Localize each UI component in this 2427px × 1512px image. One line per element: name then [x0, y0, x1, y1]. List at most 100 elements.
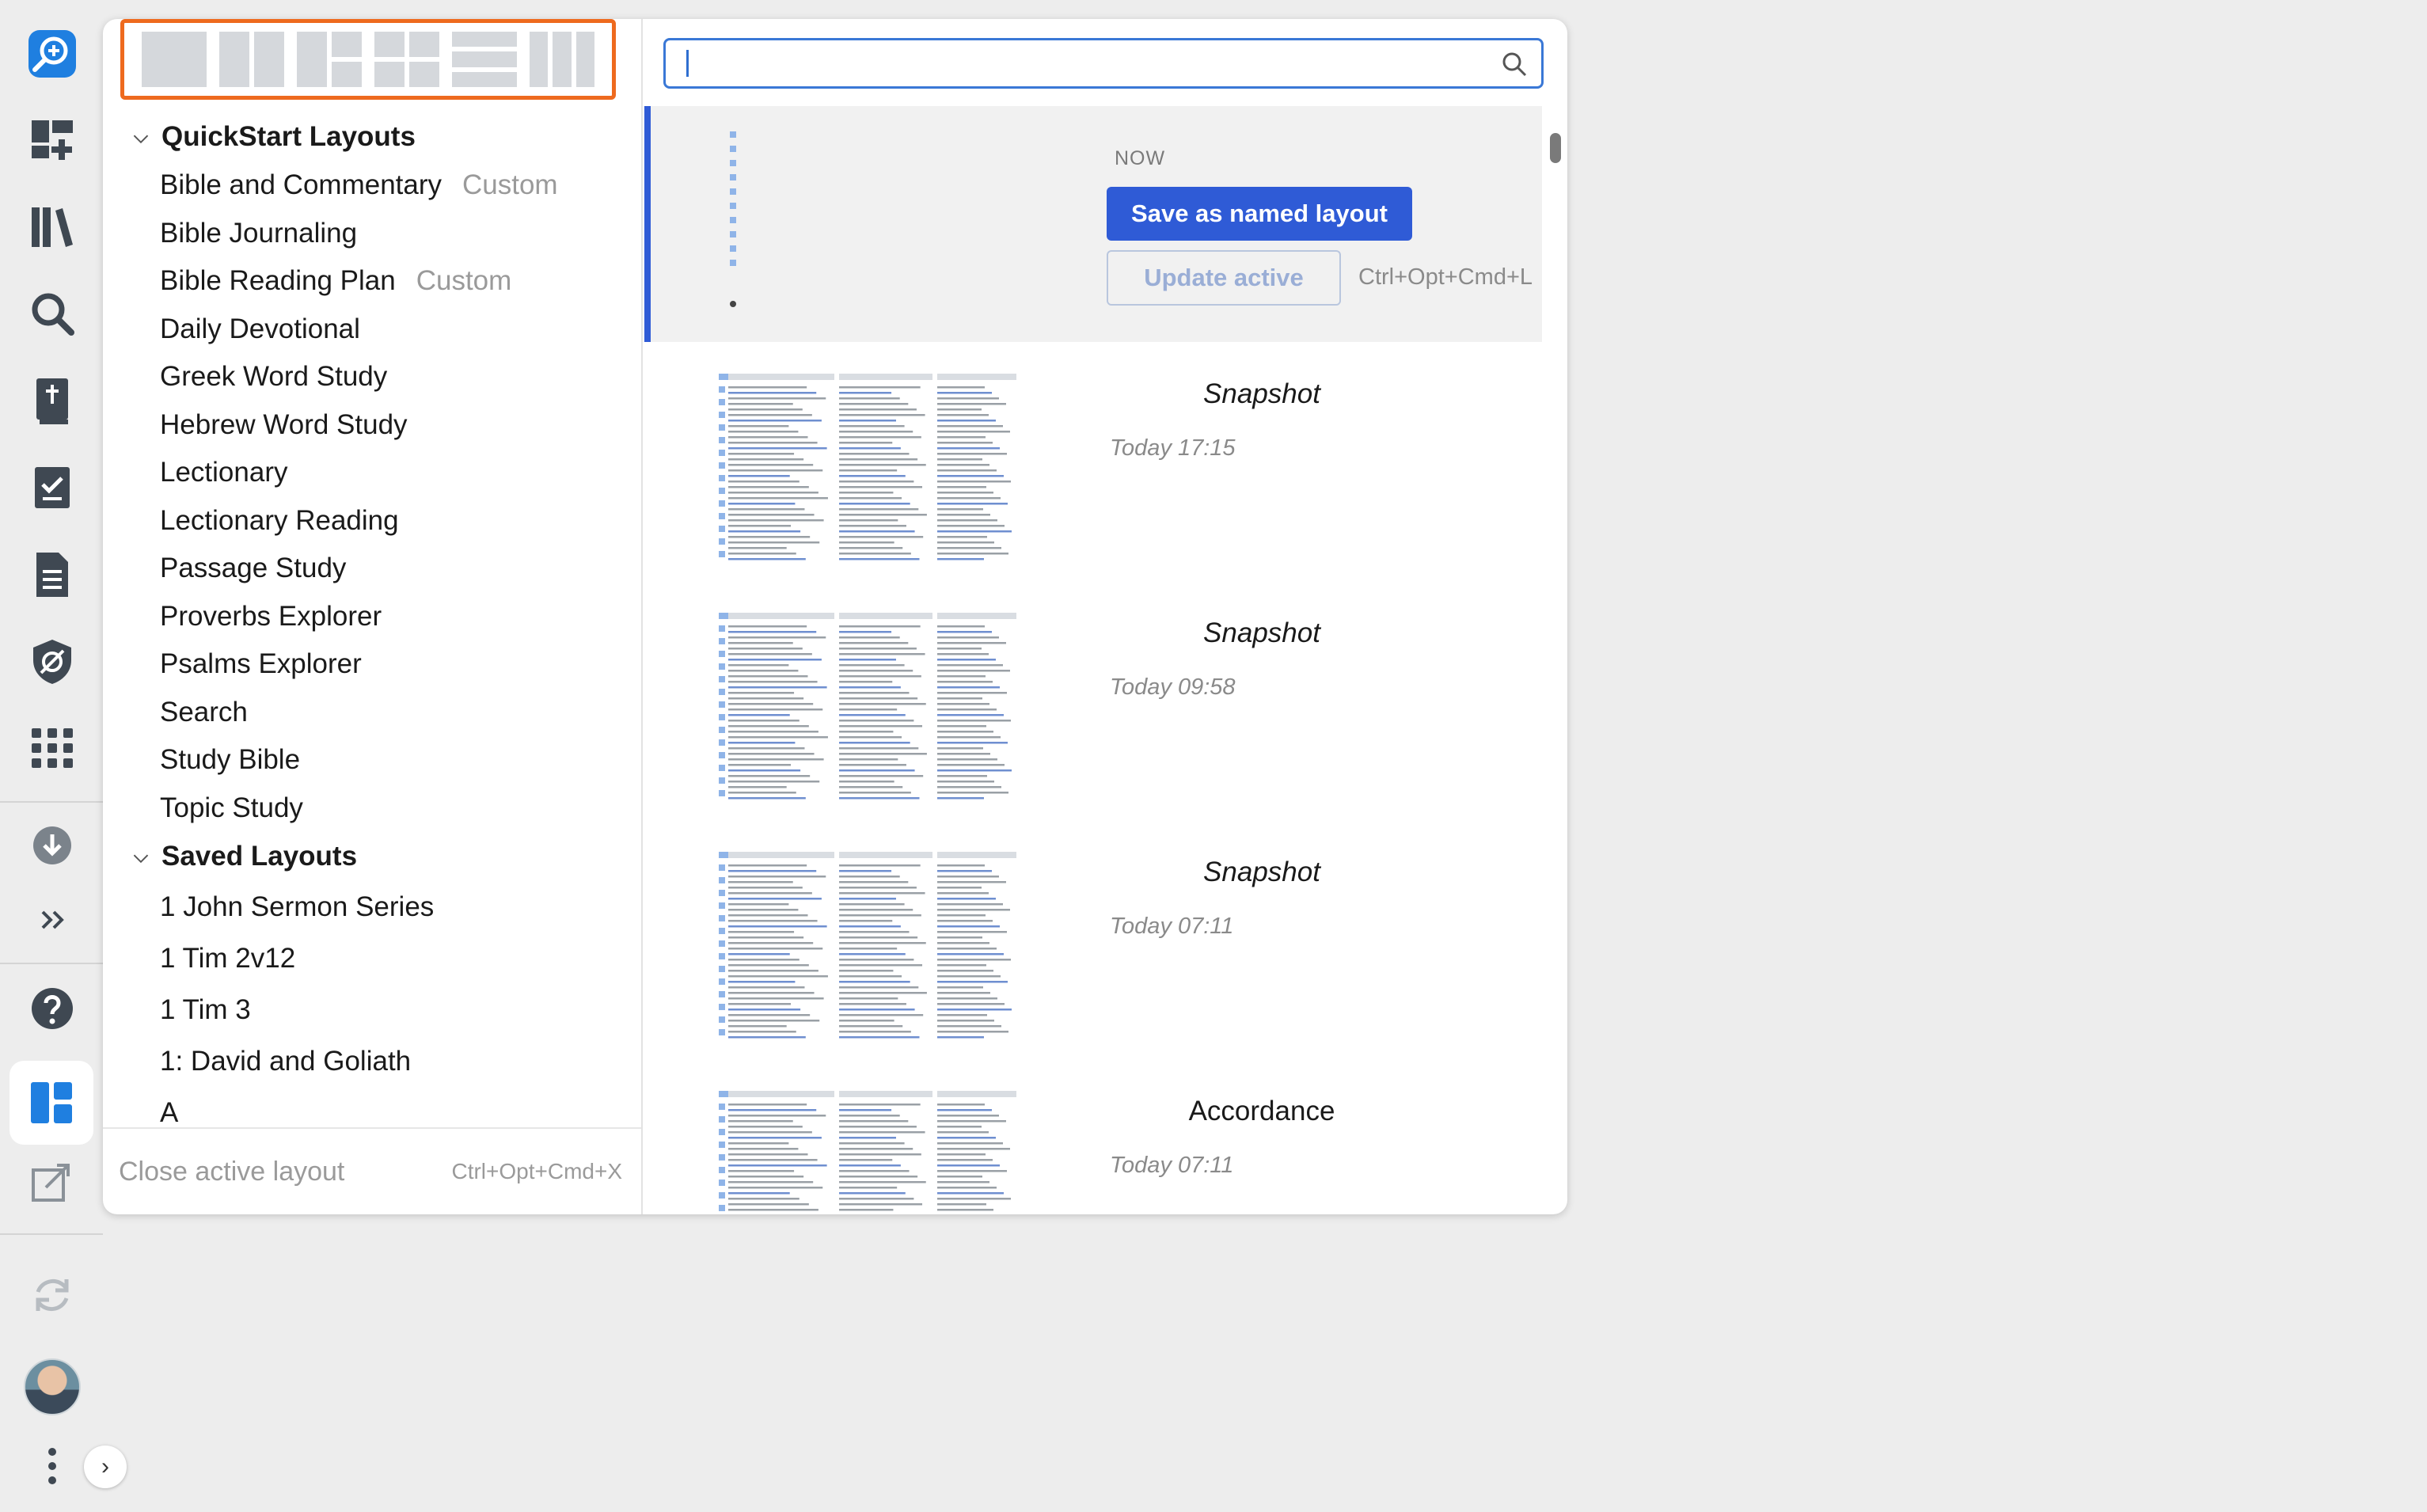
rows-layout-button[interactable]: [452, 32, 517, 87]
rail-divider: [0, 801, 103, 803]
layout-item-label: Daily Devotional: [160, 313, 360, 344]
scrollbar[interactable]: [1547, 112, 1561, 1213]
layout-item-label: Greek Word Study: [160, 361, 388, 393]
bible-icon[interactable]: [17, 366, 87, 435]
layout-picker: [120, 19, 616, 100]
snapshot-name: Snapshot: [1203, 857, 1320, 887]
search-icon[interactable]: [17, 279, 87, 348]
snapshot-name: Snapshot: [1203, 378, 1320, 409]
dashboard-add-icon[interactable]: [17, 104, 87, 174]
layout-item-label: Psalms Explorer: [160, 648, 362, 680]
document-icon[interactable]: [17, 540, 87, 610]
chevron-down-icon[interactable]: ⌵: [103, 126, 161, 148]
sync-icon[interactable]: [17, 1260, 87, 1330]
close-panels-icon[interactable]: [17, 1146, 87, 1216]
layouts-list-pane: ⌵ QuickStart Layouts Bible and Commentar…: [103, 19, 643, 1214]
quickstart-layout-item[interactable]: Search: [103, 689, 641, 737]
quickstart-layout-item[interactable]: Passage Study: [103, 545, 641, 593]
layout-item-label: 1 John Sermon Series: [160, 891, 435, 922]
now-row: NOW Save as named layout Update active C…: [644, 106, 1542, 342]
layout-item-label: Bible and Commentary: [160, 169, 442, 201]
scrollbar-thumb[interactable]: [1550, 133, 1561, 163]
snapshot-row[interactable]: Snapshot Today 07:11: [644, 826, 1542, 1062]
saved-layout-item[interactable]: 1: David and Goliath: [103, 1035, 641, 1087]
quickstart-layout-item[interactable]: Bible Reading Plan Custom: [103, 257, 641, 306]
library-icon[interactable]: [17, 192, 87, 261]
layout-item-label: Lectionary: [160, 457, 288, 488]
checklist-icon[interactable]: [17, 453, 87, 522]
quickstart-layout-item[interactable]: Daily Devotional: [103, 306, 641, 354]
layout-item-label: A: [160, 1096, 179, 1128]
text-caret: [686, 50, 689, 77]
layout-thumbnail: [716, 372, 1020, 562]
now-label: NOW: [1115, 147, 1166, 169]
chevron-down-icon[interactable]: ⌵: [103, 845, 161, 868]
search-input[interactable]: [663, 38, 1544, 89]
help-icon[interactable]: [17, 974, 87, 1043]
snapshot-time: Today 17:15: [1110, 435, 1236, 461]
download-icon[interactable]: [17, 811, 87, 880]
custom-tag: Custom: [462, 169, 558, 201]
layouts-icon[interactable]: [9, 1061, 93, 1145]
snapshot-row[interactable]: Snapshot Today 17:15: [644, 348, 1542, 584]
layout-item-label: Passage Study: [160, 553, 347, 584]
expand-icon[interactable]: ›: [84, 1446, 127, 1488]
custom-tag: Custom: [416, 265, 512, 297]
snapshots-pane: NOW Save as named layout Update active C…: [644, 19, 1567, 1214]
saved-layout-item[interactable]: 1 Tim 3: [103, 984, 641, 1035]
current-layout-thumbnail: [730, 131, 736, 307]
apps-grid-icon[interactable]: [17, 712, 87, 782]
two-columns-layout-button[interactable]: [219, 32, 284, 87]
saved-group-header[interactable]: ⌵ Saved Layouts: [103, 832, 641, 881]
rail-divider: [0, 963, 103, 964]
quickstart-layout-item[interactable]: Greek Word Study: [103, 353, 641, 401]
layout-item-label: 1 Tim 3: [160, 993, 251, 1025]
layout-item-label: Bible Reading Plan: [160, 265, 396, 297]
quickstart-layout-item[interactable]: Proverbs Explorer: [103, 593, 641, 641]
quickstart-layout-item[interactable]: Hebrew Word Study: [103, 401, 641, 450]
quickstart-group-header[interactable]: ⌵ QuickStart Layouts: [103, 112, 641, 161]
quickstart-layout-item[interactable]: Topic Study: [103, 784, 641, 833]
layout-item-label: Topic Study: [160, 792, 303, 823]
snapshot-row[interactable]: Accordance Today 07:11: [644, 1066, 1542, 1214]
search-icon[interactable]: [1500, 50, 1529, 78]
quickstart-layout-item[interactable]: Psalms Explorer: [103, 640, 641, 689]
four-grid-layout-button[interactable]: [374, 32, 439, 87]
snapshot-name: Snapshot: [1203, 617, 1320, 648]
three-panels-layout-button[interactable]: [297, 32, 362, 87]
layouts-footer: Close active layout Ctrl+Opt+Cmd+X: [103, 1127, 641, 1214]
app-rail: ›: [0, 0, 127, 1512]
layout-thumbnail: [716, 850, 1020, 1040]
snapshot-name: Accordance: [1188, 1096, 1335, 1126]
group-title: Saved Layouts: [161, 841, 358, 872]
more-chevrons-icon[interactable]: [17, 885, 87, 955]
layout-item-label: Lectionary Reading: [160, 504, 399, 536]
three-columns-layout-button[interactable]: [530, 32, 594, 87]
close-active-layout-button[interactable]: Close active layout: [119, 1157, 344, 1187]
quickstart-layout-item[interactable]: Study Bible: [103, 736, 641, 784]
save-as-named-layout-button[interactable]: Save as named layout: [1107, 187, 1412, 241]
layout-thumbnail: [716, 611, 1020, 801]
update-shortcut: Ctrl+Opt+Cmd+L: [1358, 264, 1533, 290]
layout-item-label: 1: David and Goliath: [160, 1045, 412, 1077]
snapshot-row[interactable]: Snapshot Today 09:58: [644, 587, 1542, 823]
saved-layout-item[interactable]: 1 John Sermon Series: [103, 881, 641, 933]
update-active-button[interactable]: Update active: [1107, 250, 1341, 306]
layout-item-label: Study Bible: [160, 744, 301, 776]
user-avatar[interactable]: [24, 1358, 81, 1415]
more-vertical-icon[interactable]: [17, 1431, 87, 1501]
quickstart-layout-item[interactable]: Bible Journaling: [103, 210, 641, 258]
quickstart-layout-item[interactable]: Lectionary: [103, 449, 641, 497]
group-title: QuickStart Layouts: [161, 121, 416, 152]
layouts-panel: ⌵ QuickStart Layouts Bible and Commentar…: [103, 19, 1567, 1214]
saved-layout-item[interactable]: 1 Tim 2v12: [103, 933, 641, 984]
single-panel-layout-button[interactable]: [142, 32, 207, 87]
quickstart-layout-item[interactable]: Bible and Commentary Custom: [103, 161, 641, 210]
quickstart-layout-item[interactable]: Lectionary Reading: [103, 497, 641, 545]
rail-divider: [0, 1233, 103, 1235]
snapshot-time: Today 07:11: [1110, 914, 1234, 939]
shield-eye-icon[interactable]: [17, 627, 87, 697]
app-logo-icon[interactable]: [17, 19, 87, 89]
snapshot-list: NOW Save as named layout Update active C…: [644, 106, 1542, 1214]
layout-item-label: 1 Tim 2v12: [160, 942, 296, 974]
